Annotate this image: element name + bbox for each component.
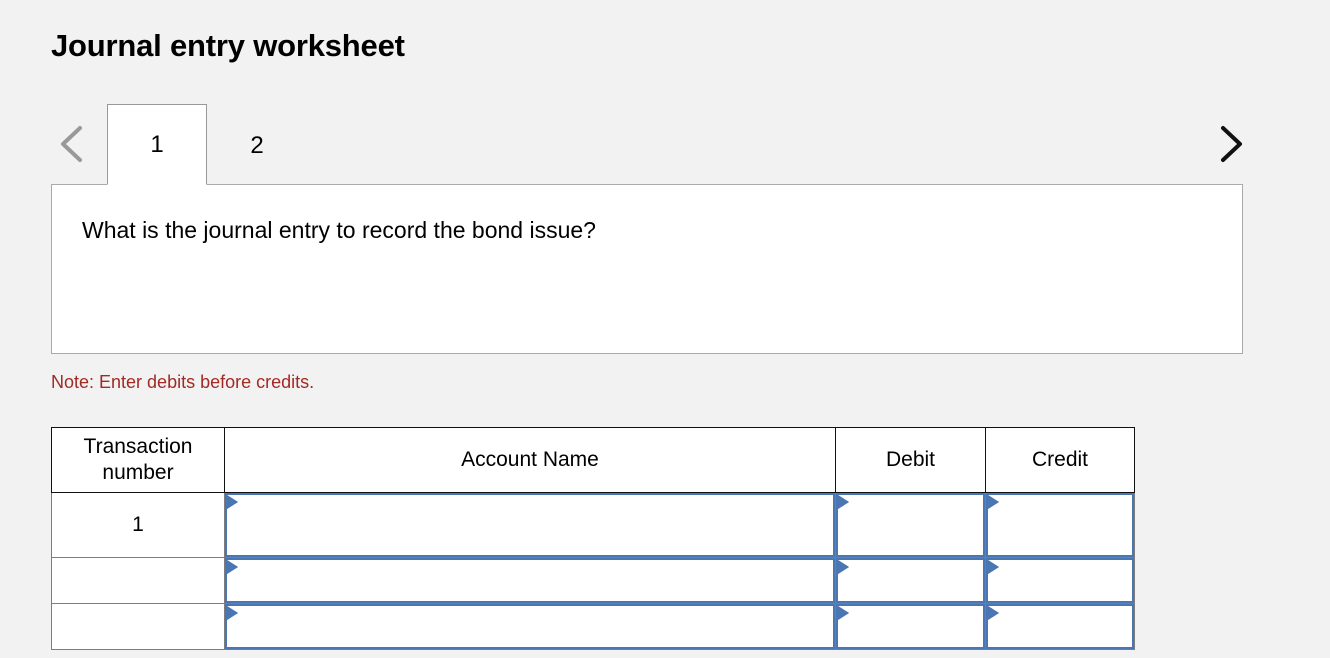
transaction-number-cell-1: 1 [51, 492, 225, 558]
credit-cell-1[interactable] [985, 492, 1135, 558]
chevron-left-icon [57, 123, 87, 165]
account-name-cell-2[interactable] [224, 557, 836, 604]
account-name-field-3[interactable] [225, 604, 835, 649]
question-text: What is the journal entry to record the … [82, 217, 596, 243]
account-name-input-2[interactable] [241, 560, 831, 601]
debit-field-1[interactable] [836, 493, 985, 557]
account-name-cell-3[interactable] [224, 603, 836, 650]
worksheet-navigator: 1 2 [51, 104, 1243, 185]
credit-field-3[interactable] [986, 604, 1134, 649]
credit-field-2[interactable] [986, 558, 1134, 603]
journal-table-header: Transaction number Account Name Debit Cr… [51, 427, 1135, 493]
column-header-account-name: Account Name [224, 427, 836, 493]
journal-table-body: 1 [51, 492, 1135, 650]
column-header-credit: Credit [985, 427, 1135, 493]
question-panel: What is the journal entry to record the … [51, 184, 1243, 354]
previous-worksheet-button[interactable] [51, 104, 93, 184]
worksheet-tab-2[interactable]: 2 [207, 104, 307, 185]
account-name-field-2[interactable] [225, 558, 835, 603]
debit-input-1[interactable] [852, 495, 981, 555]
credit-input-3[interactable] [1002, 606, 1130, 647]
chevron-right-icon [1215, 123, 1245, 165]
debit-cell-2[interactable] [835, 557, 986, 604]
table-row: 1 [51, 492, 1135, 558]
table-row [51, 557, 1135, 604]
transaction-number-cell-3 [51, 603, 225, 650]
credit-field-1[interactable] [986, 493, 1134, 557]
column-header-debit: Debit [835, 427, 986, 493]
account-name-input-1[interactable] [241, 495, 831, 555]
debit-field-2[interactable] [836, 558, 985, 603]
account-name-input-3[interactable] [241, 606, 831, 647]
next-worksheet-button[interactable] [1209, 104, 1251, 184]
credit-cell-2[interactable] [985, 557, 1135, 604]
worksheet-tab-list: 1 2 [107, 104, 307, 185]
debit-input-3[interactable] [852, 606, 981, 647]
column-header-transaction-number: Transaction number [51, 427, 225, 493]
credit-cell-3[interactable] [985, 603, 1135, 650]
credit-input-1[interactable] [1002, 495, 1130, 555]
account-name-field-1[interactable] [225, 493, 835, 557]
transaction-number-cell-2 [51, 557, 225, 604]
journal-entry-table: Transaction number Account Name Debit Cr… [51, 427, 1135, 650]
debit-field-3[interactable] [836, 604, 985, 649]
credit-input-2[interactable] [1002, 560, 1130, 601]
debit-input-2[interactable] [852, 560, 981, 601]
worksheet-tab-2-label: 2 [250, 131, 264, 159]
debit-cell-3[interactable] [835, 603, 986, 650]
table-row [51, 603, 1135, 650]
debits-before-credits-note: Note: Enter debits before credits. [51, 372, 315, 392]
debit-cell-1[interactable] [835, 492, 986, 558]
worksheet-tab-1[interactable]: 1 [107, 104, 207, 185]
journal-table-header-row: Transaction number Account Name Debit Cr… [51, 427, 1135, 493]
worksheet-tab-1-label: 1 [150, 130, 164, 158]
page-title: Journal entry worksheet [51, 28, 405, 63]
account-name-cell-1[interactable] [224, 492, 836, 558]
